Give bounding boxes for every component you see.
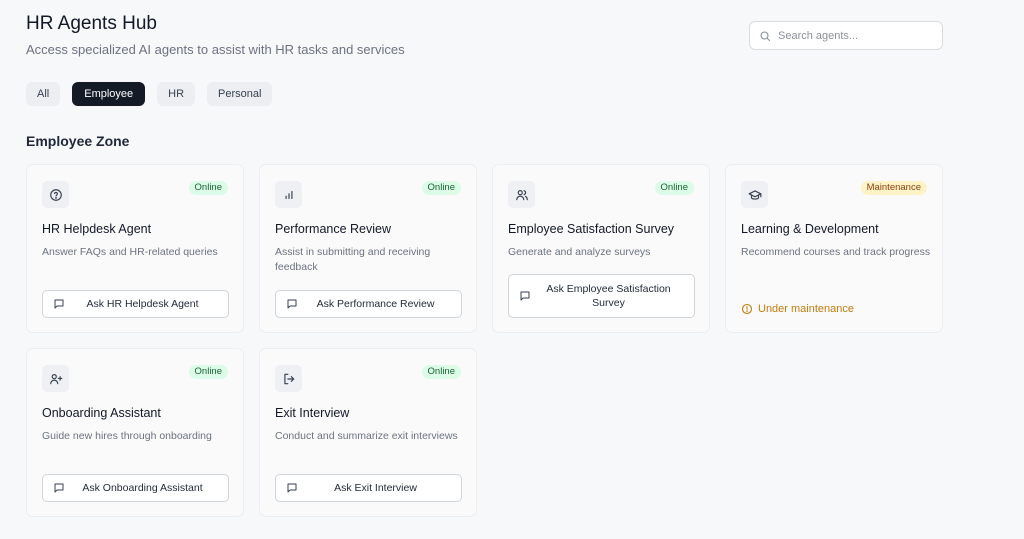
- alert-circle-icon: [741, 303, 753, 315]
- ask-exit-interview-button[interactable]: Ask Exit Interview: [275, 474, 462, 502]
- message-square-icon: [287, 483, 297, 493]
- log-out-icon: [275, 365, 302, 392]
- agent-card-hr-helpdesk: Online HR Helpdesk Agent Answer FAQs and…: [26, 164, 244, 333]
- ask-satisfaction-survey-button[interactable]: Ask Employee Satisfaction Survey: [508, 274, 695, 318]
- message-square-icon: [287, 299, 297, 309]
- status-badge: Maintenance: [860, 181, 927, 195]
- message-square-icon: [520, 291, 530, 301]
- zone-title: Employee Zone: [26, 133, 130, 149]
- card-description: Answer FAQs and HR-related queries: [42, 246, 218, 258]
- search-icon: [760, 30, 771, 41]
- agent-card-onboarding: Online Onboarding Assistant Guide new hi…: [26, 348, 244, 517]
- status-badge: Online: [421, 365, 461, 379]
- tab-employee[interactable]: Employee: [72, 82, 146, 106]
- tab-hr[interactable]: HR: [157, 82, 196, 106]
- card-title: Exit Interview: [275, 406, 350, 420]
- card-description: Guide new hires through onboarding: [42, 430, 212, 442]
- button-label: Ask Onboarding Assistant: [82, 482, 203, 494]
- button-label: Ask Performance Review: [316, 298, 435, 310]
- card-title: Performance Review: [275, 222, 392, 236]
- button-label: Ask HR Helpdesk Agent: [86, 298, 199, 310]
- users-icon: [508, 181, 535, 208]
- card-description: Generate and analyze surveys: [508, 246, 651, 258]
- tab-all[interactable]: All: [26, 82, 61, 106]
- bar-chart-icon: [275, 181, 302, 208]
- agent-card-satisfaction-survey: Online Employee Satisfaction Survey Gene…: [492, 164, 710, 333]
- maintenance-note: Under maintenance: [741, 303, 854, 315]
- maintenance-text: Under maintenance: [758, 303, 855, 315]
- ask-onboarding-button[interactable]: Ask Onboarding Assistant: [42, 474, 229, 502]
- search-input[interactable]: [778, 29, 928, 42]
- graduation-cap-icon: [741, 181, 768, 208]
- user-plus-icon: [42, 365, 69, 392]
- status-badge: Online: [654, 181, 694, 195]
- page-title: HR Agents Hub: [26, 13, 157, 34]
- message-square-icon: [54, 483, 64, 493]
- status-badge: Online: [188, 365, 228, 379]
- button-label: Ask Exit Interview: [334, 482, 417, 494]
- card-title: Onboarding Assistant: [42, 406, 161, 420]
- card-title: Learning & Development: [741, 222, 879, 236]
- agent-card-performance-review: Online Performance Review Assist in subm…: [259, 164, 477, 333]
- card-title: Employee Satisfaction Survey: [508, 222, 675, 236]
- status-badge: Online: [188, 181, 228, 195]
- help-circle-icon: [42, 181, 69, 208]
- search-box[interactable]: [749, 21, 943, 50]
- card-description: Conduct and summarize exit interviews: [275, 430, 458, 442]
- agent-card-exit-interview: Online Exit Interview Conduct and summar…: [259, 348, 477, 517]
- status-badge: Online: [421, 181, 461, 195]
- card-description: Assist in submitting and receiving feedb…: [275, 246, 431, 273]
- button-label: Ask Employee Satisfaction Survey: [546, 283, 671, 309]
- filter-tabs: All Employee HR Personal: [26, 82, 273, 106]
- tab-personal[interactable]: Personal: [207, 82, 273, 106]
- card-description: Recommend courses and track progress: [741, 246, 931, 258]
- agent-card-learning-development: Maintenance Learning & Development Recom…: [725, 164, 943, 333]
- page-subtitle: Access specialized AI agents to assist w…: [26, 42, 405, 57]
- message-square-icon: [54, 299, 64, 309]
- ask-performance-review-button[interactable]: Ask Performance Review: [275, 290, 462, 318]
- card-title: HR Helpdesk Agent: [42, 222, 152, 236]
- ask-hr-helpdesk-button[interactable]: Ask HR Helpdesk Agent: [42, 290, 229, 318]
